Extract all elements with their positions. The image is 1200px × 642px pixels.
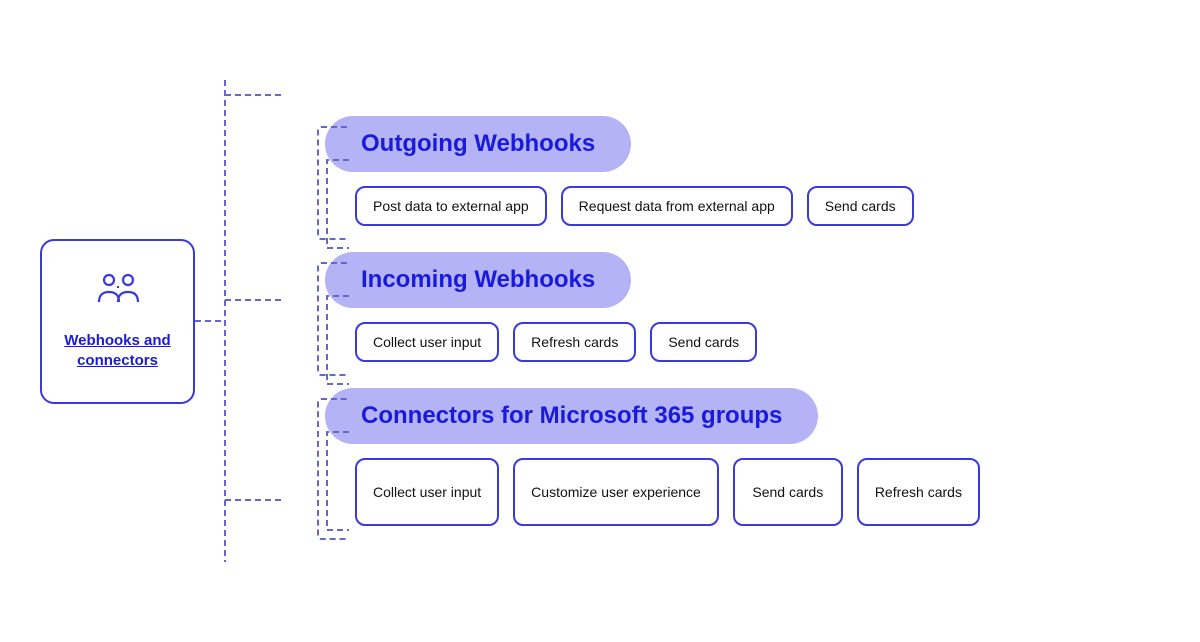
section-outgoing-webhooks: Outgoing Webhooks Post data to external … xyxy=(325,116,1160,226)
collect-user-input-1-item: Collect user input xyxy=(355,322,499,362)
left-node[interactable]: Webhooks and connectors xyxy=(40,239,195,404)
diagram: Webhooks and connectors Outgoing Webhook… xyxy=(0,0,1200,642)
refresh-cards-1-item: Refresh cards xyxy=(513,322,636,362)
section-connectors-365: Connectors for Microsoft 365 groups Coll… xyxy=(325,388,1160,526)
send-cards-2-item: Send cards xyxy=(650,322,757,362)
outgoing-webhooks-header: Outgoing Webhooks xyxy=(325,116,631,172)
incoming-webhooks-items: Collect user input Refresh cards Send ca… xyxy=(355,322,1160,362)
send-cards-1-item: Send cards xyxy=(807,186,914,226)
sections-container: Outgoing Webhooks Post data to external … xyxy=(325,116,1160,526)
webhooks-icon xyxy=(93,272,143,321)
outgoing-webhooks-items: Post data to external app Request data f… xyxy=(355,186,1160,226)
post-data-item: Post data to external app xyxy=(355,186,547,226)
send-cards-3-item: Send cards xyxy=(733,458,843,526)
customize-user-item: Customize user experience xyxy=(513,458,719,526)
refresh-cards-2-item: Refresh cards xyxy=(857,458,980,526)
request-data-item: Request data from external app xyxy=(561,186,793,226)
connectors-365-header: Connectors for Microsoft 365 groups xyxy=(325,388,818,444)
connectors-365-items: Collect user input Customize user experi… xyxy=(355,458,1160,526)
webhooks-connectors-link[interactable]: Webhooks and connectors xyxy=(42,331,193,370)
collect-user-input-2-item: Collect user input xyxy=(355,458,499,526)
incoming-webhooks-header: Incoming Webhooks xyxy=(325,252,631,308)
section-incoming-webhooks: Incoming Webhooks Collect user input Ref… xyxy=(325,252,1160,362)
